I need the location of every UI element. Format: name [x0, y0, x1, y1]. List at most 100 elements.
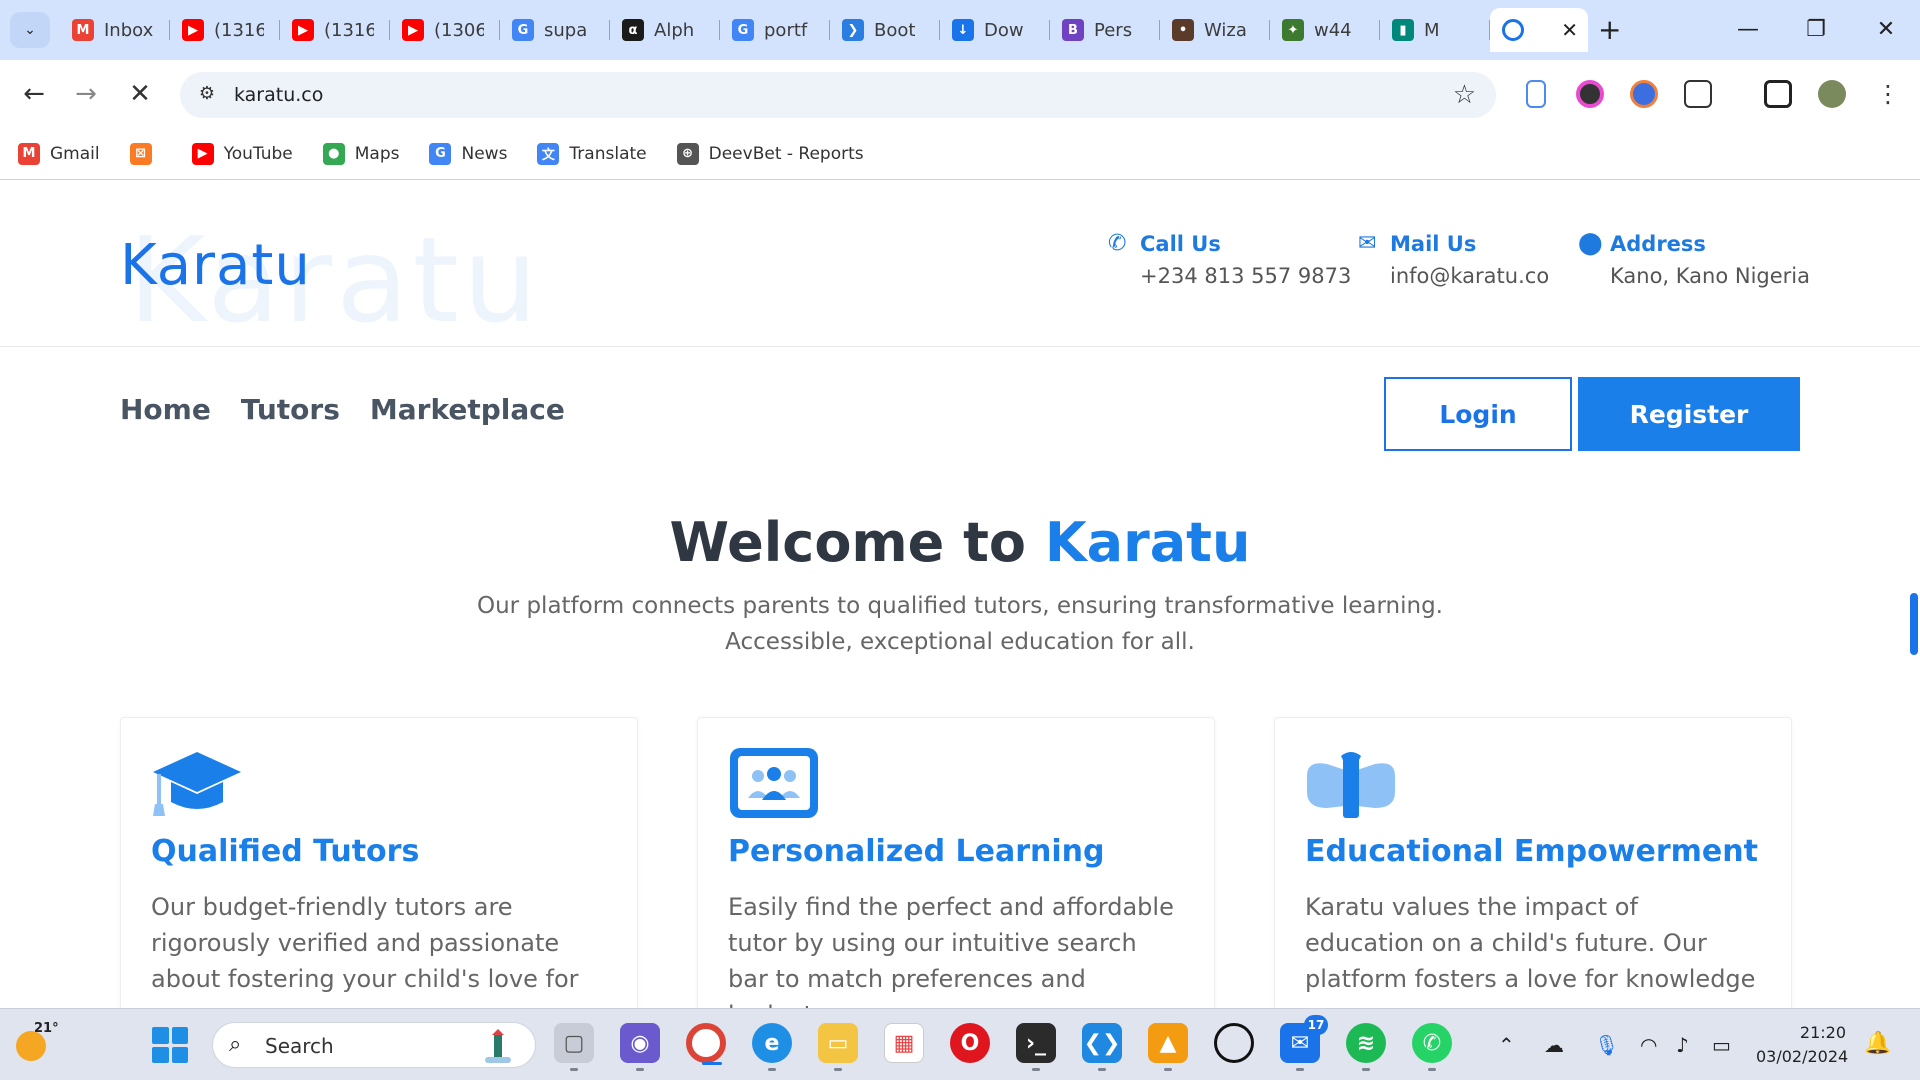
back-button[interactable]: ← — [18, 78, 50, 110]
extension-clipboard-icon[interactable] — [1526, 80, 1546, 108]
new-tab-button[interactable]: + — [1598, 12, 1621, 48]
vlc-icon[interactable]: ▲ — [1148, 1023, 1188, 1071]
site-settings-icon[interactable]: ⚙ — [194, 83, 220, 107]
browser-tab[interactable]: ▶ (1306) — [390, 8, 500, 52]
browser-tab[interactable]: Gportf — [720, 8, 830, 52]
browser-tab[interactable]: Gsupa — [500, 8, 610, 52]
tab-search-button[interactable]: ⌄ — [10, 12, 50, 48]
page-scrollbar-thumb[interactable] — [1910, 593, 1918, 655]
browser-tab[interactable]: ✦ w44 — [1270, 8, 1380, 52]
system-clock[interactable]: 21:20 03/02/2024 — [1756, 1021, 1849, 1069]
browser-tab[interactable]: M Inbox — [60, 8, 170, 52]
tab-title: (1316) — [324, 19, 374, 41]
globe-icon: ⊕ — [676, 142, 699, 165]
google-news-icon: G — [429, 142, 452, 165]
login-button[interactable]: Login — [1384, 377, 1572, 451]
tray-overflow-chevron-icon[interactable]: ⌃ — [1498, 1033, 1515, 1057]
notification-bell-icon[interactable]: 🔔 — [1864, 1031, 1891, 1056]
spotify-icon[interactable]: ≋ — [1346, 1023, 1386, 1071]
terminal-icon[interactable]: ›_ — [1016, 1023, 1056, 1071]
nav-tutors[interactable]: Tutors — [241, 393, 340, 426]
minimize-button[interactable]: — — [1728, 12, 1768, 48]
extensions-puzzle-icon[interactable] — [1684, 80, 1712, 108]
close-tab-icon[interactable]: ✕ — [1561, 18, 1578, 42]
windows-start-button[interactable] — [152, 1027, 188, 1063]
bookmark-item[interactable]: 文 Translate — [537, 142, 647, 165]
browser-tab[interactable]: ↓ Dow — [940, 8, 1050, 52]
logo-text: Karatu — [120, 233, 311, 298]
browser-tab[interactable]: ❯ Boot — [830, 8, 940, 52]
browser-tab[interactable]: ▶ (1316) — [170, 8, 280, 52]
bookmark-item[interactable]: ▶ YouTube — [191, 142, 293, 165]
url-input[interactable] — [234, 80, 1334, 110]
restore-button[interactable]: ❐ — [1796, 12, 1836, 48]
mail-icon: ✉ — [1358, 231, 1377, 256]
contact-mail-value: info@karatu.co — [1390, 264, 1550, 288]
browser-tab[interactable]: B Pers — [1050, 8, 1160, 52]
stop-loading-button[interactable]: ✕ — [124, 78, 156, 110]
onedrive-icon[interactable]: ☁ — [1544, 1033, 1564, 1057]
bookmark-item[interactable]: M Gmail — [18, 142, 100, 165]
tab-title: w44 — [1314, 19, 1352, 41]
tab-title: Alph — [654, 19, 695, 41]
bookmark-star-icon[interactable]: ☆ — [1453, 80, 1476, 110]
clock-date: 03/02/2024 — [1756, 1047, 1849, 1066]
browser-tab[interactable]: α Alph — [610, 8, 720, 52]
bookmark-item[interactable]: G News — [429, 142, 507, 165]
map-pin-icon: ⬤ — [1578, 231, 1603, 256]
feature-card-educational-empowerment: Educational Empowerment Karatu values th… — [1274, 717, 1792, 1009]
nav-marketplace[interactable]: Marketplace — [370, 393, 565, 426]
bookmarks-bar: M Gmail ⊠ ▶ YouTube ● Maps G News 文 Translate ⊕ Deev… — [0, 128, 1920, 180]
tab-title: Boot — [874, 19, 916, 41]
browser-tab-active[interactable]: ✕ — [1490, 8, 1588, 52]
chevron-down-icon: ⌄ — [24, 22, 36, 38]
gmail-icon: M — [72, 19, 94, 41]
extension-camera-icon[interactable] — [1576, 80, 1604, 108]
lighthouse-icon — [485, 1029, 511, 1063]
close-window-button[interactable]: ✕ — [1866, 12, 1906, 48]
opera-icon[interactable]: O — [950, 1023, 990, 1063]
side-panel-icon[interactable] — [1764, 80, 1792, 108]
extension-firefox-like-icon[interactable] — [1630, 80, 1658, 108]
browser-tab[interactable]: ▶ (1316) — [280, 8, 390, 52]
forward-button[interactable]: → — [70, 78, 102, 110]
bookmark-item[interactable]: ⊠ — [129, 142, 162, 165]
profile-avatar[interactable] — [1818, 80, 1846, 108]
address-bar[interactable]: ⚙ ☆ — [180, 72, 1496, 118]
alpha-icon: α — [622, 19, 644, 41]
volume-icon[interactable]: ♪ — [1676, 1033, 1689, 1057]
contact-mail: ✉ Mail Us info@karatu.co — [1358, 231, 1549, 288]
feature-title: Personalized Learning — [728, 834, 1105, 869]
browser-toolbar: ← → ✕ ⚙ ☆ ⋮ — [0, 60, 1920, 128]
karatu-logo[interactable]: Karatu Karatu — [120, 191, 560, 349]
bookmark-label: Translate — [569, 143, 647, 164]
file-explorer-icon[interactable]: ▭ — [818, 1023, 858, 1071]
microsoft-store-icon[interactable]: ▦ — [884, 1023, 924, 1063]
browser-tab[interactable]: • Wiza — [1160, 8, 1270, 52]
tab-title: portf — [764, 19, 808, 41]
bootstrap-icon: ❯ — [842, 19, 864, 41]
weather-widget[interactable]: 21° — [14, 1021, 59, 1063]
obs-icon[interactable] — [1214, 1023, 1254, 1063]
browser-tab[interactable]: ▮ M — [1380, 8, 1490, 52]
wifi-icon[interactable]: ◠ — [1640, 1033, 1657, 1057]
whatsapp-icon[interactable]: ✆ — [1412, 1023, 1452, 1071]
register-button[interactable]: Register — [1578, 377, 1800, 451]
edge-icon[interactable]: e — [752, 1023, 792, 1071]
taskbar-search[interactable]: ⌕ Search — [212, 1022, 536, 1068]
nav-home[interactable]: Home — [120, 393, 211, 426]
chrome-icon[interactable] — [686, 1023, 726, 1065]
web-page: Karatu Karatu ✆ Call Us +234 813 557 9873… — [0, 181, 1920, 1009]
bookmark-item[interactable]: ⊕ DeevBet - Reports — [676, 142, 864, 165]
battery-icon[interactable]: ▭ — [1712, 1033, 1731, 1057]
bookmark-item[interactable]: ● Maps — [322, 142, 400, 165]
teams-meet-icon[interactable]: ◉ — [620, 1023, 660, 1071]
task-view-icon[interactable]: ▢ — [554, 1023, 594, 1071]
microphone-icon[interactable]: 🎙 — [1594, 1033, 1619, 1057]
clock-time: 21:20 — [1799, 1023, 1846, 1042]
menu-kebab-icon[interactable]: ⋮ — [1872, 78, 1904, 110]
vscode-icon[interactable]: ❮❯ — [1082, 1023, 1122, 1071]
mail-app-icon[interactable]: ✉ 17 — [1280, 1015, 1328, 1071]
feature-text: Easily find the perfect and affordable t… — [728, 893, 1174, 1009]
bookmark-label: Maps — [354, 143, 400, 164]
